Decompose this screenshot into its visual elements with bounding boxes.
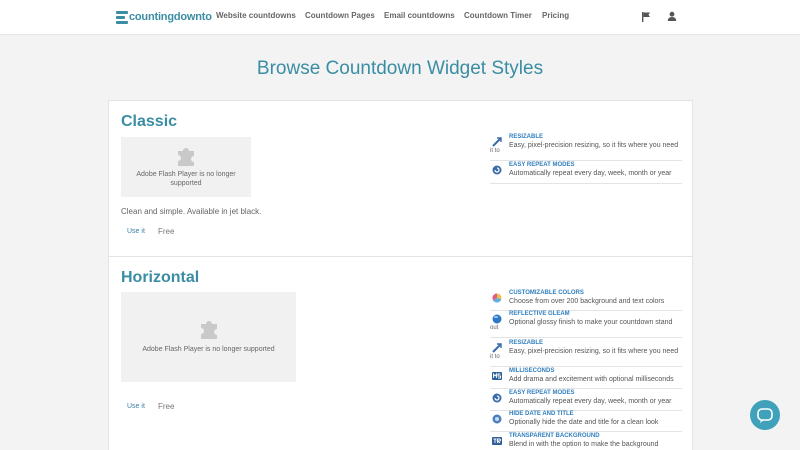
chat-button[interactable] (750, 400, 780, 430)
feature-description: Choose from over 200 background and text… (509, 298, 665, 305)
logo[interactable]: countingdownto (116, 9, 212, 25)
chat-bubble-icon (757, 408, 773, 423)
feature-description: Easy, pixel-precision resizing, so it fi… (509, 142, 679, 149)
feature-transparent-background: TRANSPARENT BACKGROUND Blend in with the… (490, 433, 682, 450)
flash-placeholder: Adobe Flash Player is no longer supporte… (121, 137, 251, 197)
hide-icon (492, 414, 502, 424)
flash-placeholder: Adobe Flash Player is no longer supporte… (121, 292, 296, 382)
feature-description: Easy, pixel-precision resizing, so it fi… (509, 348, 679, 355)
style-card-classic: Classic Adobe Flash Player is no longer … (108, 100, 693, 257)
style-description: Clean and simple. Available in jet black… (121, 207, 262, 216)
feature-description: Blend in with the option to make the bac… (509, 441, 659, 448)
feature-name: RESIZABLE (509, 134, 544, 140)
nav-countdown-pages[interactable]: Countdown Pages (305, 11, 375, 20)
feature-name: REFLECTIVE GLEAM (509, 311, 570, 317)
feature-milliseconds: MILLISECONDS Add drama and excitement wi… (490, 368, 682, 389)
feature-side-text: out (490, 325, 499, 331)
logo-mark-icon (116, 10, 128, 24)
feature-customizable-colors: CUSTOMIZABLE COLORS Choose from over 200… (490, 290, 682, 311)
feature-resizable: it to RESIZABLE Easy, pixel-precision re… (490, 134, 682, 161)
user-icon[interactable] (667, 11, 677, 22)
feature-name: EASY REPEAT MODES (509, 162, 575, 168)
feature-name: EASY REPEAT MODES (509, 390, 575, 396)
style-title: Classic (121, 113, 178, 130)
color-wheel-icon (492, 293, 502, 303)
feature-name: MILLISECONDS (509, 368, 555, 374)
feature-resizable: it to RESIZABLE Easy, pixel-precision re… (490, 340, 682, 367)
transparent-icon (492, 437, 502, 445)
feature-description: Optional glossy finish to make your coun… (509, 319, 673, 326)
use-it-link[interactable]: Use it (127, 403, 145, 410)
gleam-icon (492, 314, 502, 324)
feature-hide-date-title: HIDE DATE AND TITLE Optionally hide the … (490, 411, 682, 432)
feature-side-text: it to (490, 148, 500, 154)
page-title: Browse Countdown Widget Styles (256, 58, 544, 79)
price-label: Free (158, 227, 175, 236)
nav-pricing[interactable]: Pricing (542, 11, 569, 20)
puzzle-piece-icon (178, 148, 194, 166)
puzzle-piece-icon (200, 321, 217, 339)
logo-text: countingdownto (129, 11, 212, 23)
feature-name: CUSTOMIZABLE COLORS (509, 290, 584, 296)
feature-repeat-modes: EASY REPEAT MODES Automatically repeat e… (490, 390, 682, 411)
nav-email-countdowns[interactable]: Email countdowns (384, 11, 455, 20)
resize-icon (492, 137, 502, 147)
feature-reflective-gleam: out REFLECTIVE GLEAM Optional glossy fin… (490, 311, 682, 338)
resize-icon (492, 343, 502, 353)
milliseconds-icon (492, 372, 502, 380)
feature-name: HIDE DATE AND TITLE (509, 411, 574, 417)
nav-website-countdowns[interactable]: Website countdowns (216, 11, 296, 20)
feature-description: Add drama and excitement with optional m… (509, 376, 674, 383)
feature-repeat-modes: EASY REPEAT MODES Automatically repeat e… (490, 162, 682, 184)
repeat-icon (492, 165, 502, 175)
flag-icon[interactable] (641, 11, 651, 22)
repeat-icon (492, 393, 502, 403)
use-it-link[interactable]: Use it (127, 228, 145, 235)
feature-description: Automatically repeat every day, week, mo… (509, 398, 672, 405)
top-bar: countingdownto Website countdowns Countd… (0, 0, 800, 35)
nav-countdown-timer[interactable]: Countdown Timer (464, 11, 532, 20)
feature-name: RESIZABLE (509, 340, 544, 346)
style-title: Horizontal (121, 269, 200, 286)
feature-name: TRANSPARENT BACKGROUND (509, 433, 600, 439)
feature-side-text: it to (490, 354, 500, 360)
price-label: Free (158, 402, 175, 411)
style-card-horizontal: Horizontal Adobe Flash Player is no long… (108, 257, 693, 450)
feature-description: Automatically repeat every day, week, mo… (509, 170, 672, 177)
flash-message: Adobe Flash Player is no longer supporte… (142, 346, 275, 353)
feature-description: Optionally hide the date and title for a… (509, 419, 659, 426)
flash-message: Adobe Flash Player is no longer supporte… (136, 171, 236, 187)
